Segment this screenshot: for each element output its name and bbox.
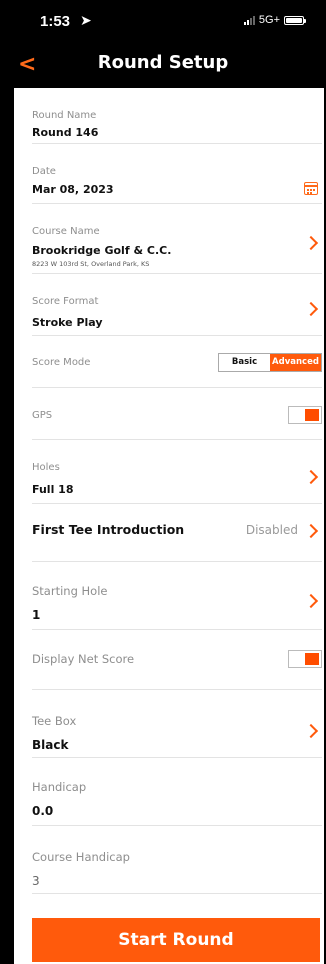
- starting-hole-value: 1: [32, 608, 41, 622]
- date-label: Date: [32, 166, 56, 177]
- score-mode-basic-option[interactable]: Basic: [219, 354, 270, 371]
- chevron-right-icon: [303, 469, 319, 485]
- net-score-toggle[interactable]: [288, 650, 322, 668]
- chevron-right-icon: [303, 723, 319, 739]
- course-address: 8223 W 103rd St, Overland Park, KS: [32, 260, 150, 268]
- page-title: Round Setup: [97, 52, 229, 73]
- tee-box-row[interactable]: Tee Box Black: [32, 690, 322, 758]
- chevron-right-icon: [303, 301, 319, 317]
- navigation-bar: < Round Setup: [0, 44, 326, 88]
- gps-toggle[interactable]: [288, 406, 322, 424]
- start-round-button[interactable]: Start Round: [32, 918, 320, 962]
- round-name-label: Round Name: [32, 110, 97, 121]
- handicap-row[interactable]: Handicap 0.0: [32, 758, 322, 826]
- chevron-right-icon: [303, 235, 319, 251]
- net-score-label: Display Net Score: [32, 652, 135, 666]
- score-format-value: Stroke Play: [32, 316, 103, 329]
- chevron-right-icon: [303, 593, 319, 609]
- net-score-row: Display Net Score: [32, 630, 322, 690]
- network-label: 5G+: [258, 14, 280, 26]
- date-value: Mar 08, 2023: [32, 183, 114, 196]
- course-handicap-row: Course Handicap 3: [32, 826, 322, 894]
- starting-hole-row[interactable]: Starting Hole 1: [32, 562, 322, 630]
- tee-box-label: Tee Box: [32, 714, 77, 728]
- status-bar: 1:53 ➤ 5G+: [0, 0, 326, 44]
- course-name-value: Brookridge Golf & C.C.: [32, 244, 172, 257]
- holes-value: Full 18: [32, 483, 74, 496]
- chevron-right-icon: [303, 523, 319, 539]
- score-format-label: Score Format: [32, 296, 99, 307]
- first-tee-row[interactable]: First Tee Introduction Disabled: [32, 504, 322, 562]
- score-format-row[interactable]: Score Format Stroke Play: [32, 274, 322, 336]
- calendar-icon[interactable]: [304, 182, 318, 195]
- status-indicators: 5G+: [243, 14, 306, 26]
- date-row[interactable]: Date Mar 08, 2023: [32, 144, 322, 204]
- location-arrow-icon: ➤: [80, 12, 92, 28]
- first-tee-value: Disabled: [245, 523, 298, 537]
- gps-row: GPS: [32, 388, 322, 440]
- course-handicap-value: 3: [32, 874, 40, 888]
- handicap-value: 0.0: [32, 804, 54, 818]
- tee-box-value: Black: [32, 738, 69, 752]
- holes-label: Holes: [32, 462, 60, 473]
- round-name-value: Round 146: [32, 126, 99, 139]
- course-name-label: Course Name: [32, 226, 100, 237]
- starting-hole-label: Starting Hole: [32, 584, 108, 598]
- first-tee-label: First Tee Introduction: [32, 522, 185, 537]
- score-mode-segmented-control: Basic Advanced: [218, 353, 322, 372]
- signal-icon: [243, 15, 255, 25]
- score-mode-row: Score Mode Basic Advanced: [32, 336, 322, 388]
- handicap-label: Handicap: [32, 780, 87, 794]
- battery-icon: [284, 15, 306, 25]
- holes-row[interactable]: Holes Full 18: [32, 440, 322, 504]
- course-name-row[interactable]: Course Name Brookridge Golf & C.C. 8223 …: [32, 204, 322, 274]
- round-setup-form: Round Name Round 146 Date Mar 08, 2023 C…: [12, 88, 324, 964]
- status-time: 1:53: [40, 13, 71, 30]
- score-mode-label: Score Mode: [32, 357, 91, 368]
- course-handicap-label: Course Handicap: [32, 850, 130, 864]
- gps-label: GPS: [32, 410, 53, 421]
- score-mode-advanced-option[interactable]: Advanced: [270, 354, 321, 371]
- round-name-row[interactable]: Round Name Round 146: [32, 88, 322, 144]
